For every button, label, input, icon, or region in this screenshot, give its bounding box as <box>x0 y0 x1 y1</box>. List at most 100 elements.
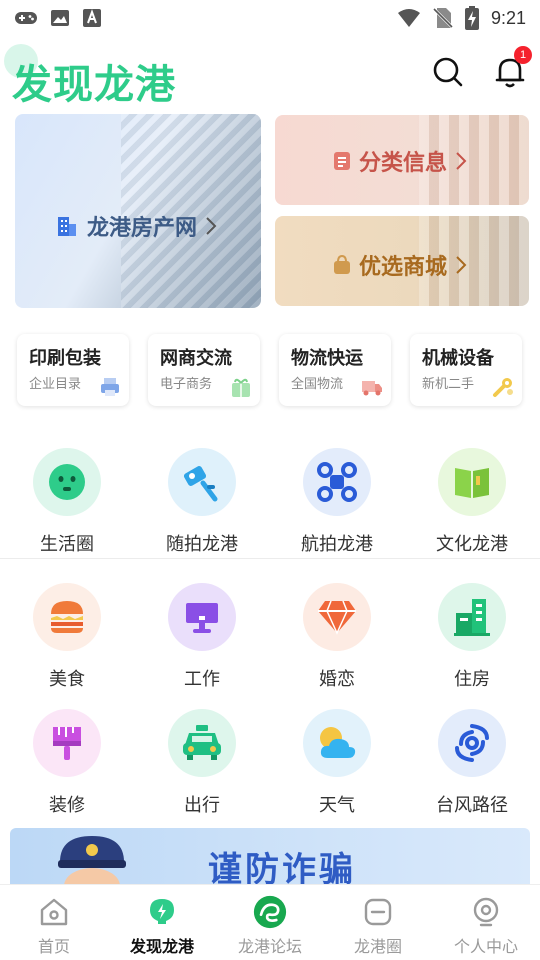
grid-icon-bg <box>438 448 506 516</box>
grid-item-work[interactable]: 工作 <box>135 583 269 695</box>
search-icon <box>433 57 463 87</box>
sun-cloud-icon <box>320 727 356 758</box>
banner-mall[interactable]: 优选商城 <box>275 216 529 306</box>
bottom-tab-bar: 首页 发现龙港 龙港论坛 龙港圈 个人中心 <box>0 884 540 960</box>
banner-real-estate-text: 龙港房产网 <box>87 216 198 241</box>
circle-icon <box>364 898 392 926</box>
category-card-printing[interactable]: 印刷包装 企业目录 <box>17 334 129 406</box>
grid-icon-bg <box>168 709 236 777</box>
banner-real-estate[interactable]: 龙港房产网 <box>15 114 261 308</box>
promo-banner-anti-fraud[interactable]: 谨防诈骗 <box>10 828 530 884</box>
wifi-icon <box>397 9 420 27</box>
tab-label: 首页 <box>37 937 70 956</box>
grid-item-weather[interactable]: 天气 <box>270 709 404 821</box>
gamepad-icon <box>15 12 37 24</box>
tab-label: 个人中心 <box>453 937 518 956</box>
tab-label: 龙港论坛 <box>237 937 302 956</box>
grid-item-romance[interactable]: 婚恋 <box>270 583 404 695</box>
discover-icon <box>150 899 174 924</box>
grid-item-food[interactable]: 美食 <box>0 583 134 695</box>
category-subtitle: 电子商务 <box>160 377 213 392</box>
notification-badge: 1 <box>514 46 532 64</box>
shopping-bag-icon <box>334 255 350 274</box>
category-card-machinery[interactable]: 机械设备 新机二手 <box>410 334 522 406</box>
banner-classifieds-label: 分类信息 <box>333 145 467 177</box>
grid-label: 出行 <box>184 795 220 816</box>
banner-classifieds[interactable]: 分类信息 <box>275 115 529 205</box>
section-divider <box>0 558 540 559</box>
grid-item-life-circle[interactable]: 生活圈 <box>0 448 134 560</box>
notification-button[interactable]: 1 <box>490 46 532 92</box>
profile-icon <box>473 897 499 927</box>
chevron-right-icon <box>456 152 467 170</box>
a-font-icon <box>83 9 101 27</box>
category-card-ecommerce[interactable]: 网商交流 电子商务 <box>148 334 260 406</box>
category-title: 印刷包装 <box>29 348 101 369</box>
smiley-icon <box>49 464 85 500</box>
police-officer-icon <box>58 836 126 884</box>
chevron-right-icon <box>206 217 217 235</box>
status-left <box>14 8 102 28</box>
tab-home[interactable]: 首页 <box>0 885 108 960</box>
printer-icon <box>101 378 119 396</box>
category-card-logistics[interactable]: 物流快运 全国物流 <box>279 334 391 406</box>
grid-icon-bg <box>438 583 506 651</box>
grid-item-aerial[interactable]: 航拍龙港 <box>270 448 404 560</box>
grid-item-decoration[interactable]: 装修 <box>0 709 134 821</box>
tab-circle[interactable]: 龙港圈 <box>324 885 432 960</box>
grid-label: 随拍龙港 <box>166 534 238 555</box>
no-sim-icon <box>432 7 453 29</box>
tab-icon-wrap <box>361 895 395 929</box>
paint-brush-icon <box>53 727 81 760</box>
grid-label: 婚恋 <box>319 669 355 690</box>
status-time: 9:21 <box>490 7 526 28</box>
tab-label: 龙港圈 <box>353 937 402 956</box>
grid-icon-bg <box>303 583 371 651</box>
grid-label: 工作 <box>184 669 220 690</box>
grid-label: 文化龙港 <box>436 534 508 555</box>
grid-icon-bg <box>33 583 101 651</box>
chevron-right-icon <box>456 256 467 274</box>
home-icon <box>40 898 68 926</box>
search-button[interactable] <box>428 52 468 92</box>
grid-icon-bg <box>168 583 236 651</box>
banner-mall-label: 优选商城 <box>333 249 467 281</box>
computer-icon <box>186 603 218 633</box>
grid-label: 天气 <box>319 795 355 816</box>
grid-icon-bg <box>33 448 101 516</box>
category-title: 物流快运 <box>291 348 363 369</box>
grid-icon-bg <box>303 709 371 777</box>
taxi-icon <box>183 725 221 760</box>
grid-label: 航拍龙港 <box>301 534 373 555</box>
grid-label: 美食 <box>49 669 85 690</box>
battery-charging-icon <box>464 6 479 30</box>
banner-real-estate-label: 龙港房产网 <box>55 210 217 242</box>
grid-item-travel[interactable]: 出行 <box>135 709 269 821</box>
drone-icon <box>317 462 357 502</box>
tab-discover[interactable]: 发现龙港 <box>108 885 216 960</box>
typhoon-icon <box>455 724 489 762</box>
status-right: 9:21 <box>397 6 526 30</box>
category-subtitle: 新机二手 <box>422 377 475 392</box>
selfie-stick-icon <box>183 466 218 502</box>
grid-item-snapshot[interactable]: 随拍龙港 <box>135 448 269 560</box>
diamond-icon <box>318 600 356 635</box>
grid-label: 生活圈 <box>40 534 94 555</box>
promo-text: 谨防诈骗 <box>208 850 356 884</box>
grid-icon-bg <box>303 448 371 516</box>
banner-classifieds-text: 分类信息 <box>359 151 448 176</box>
category-subtitle: 全国物流 <box>291 377 344 392</box>
tab-profile[interactable]: 个人中心 <box>432 885 540 960</box>
burger-icon <box>51 601 83 633</box>
category-subtitle: 企业目录 <box>29 377 82 392</box>
grid-label: 装修 <box>49 795 85 816</box>
building-icon <box>58 217 76 236</box>
tab-forum[interactable]: 龙港论坛 <box>216 885 324 960</box>
image-icon <box>51 10 69 26</box>
grid-item-culture[interactable]: 文化龙港 <box>405 448 539 560</box>
tab-label: 发现龙港 <box>129 937 194 956</box>
grid-icon-bg <box>33 709 101 777</box>
grid-item-housing[interactable]: 住房 <box>405 583 539 695</box>
category-title: 网商交流 <box>160 348 232 369</box>
grid-item-typhoon[interactable]: 台风路径 <box>405 709 539 821</box>
